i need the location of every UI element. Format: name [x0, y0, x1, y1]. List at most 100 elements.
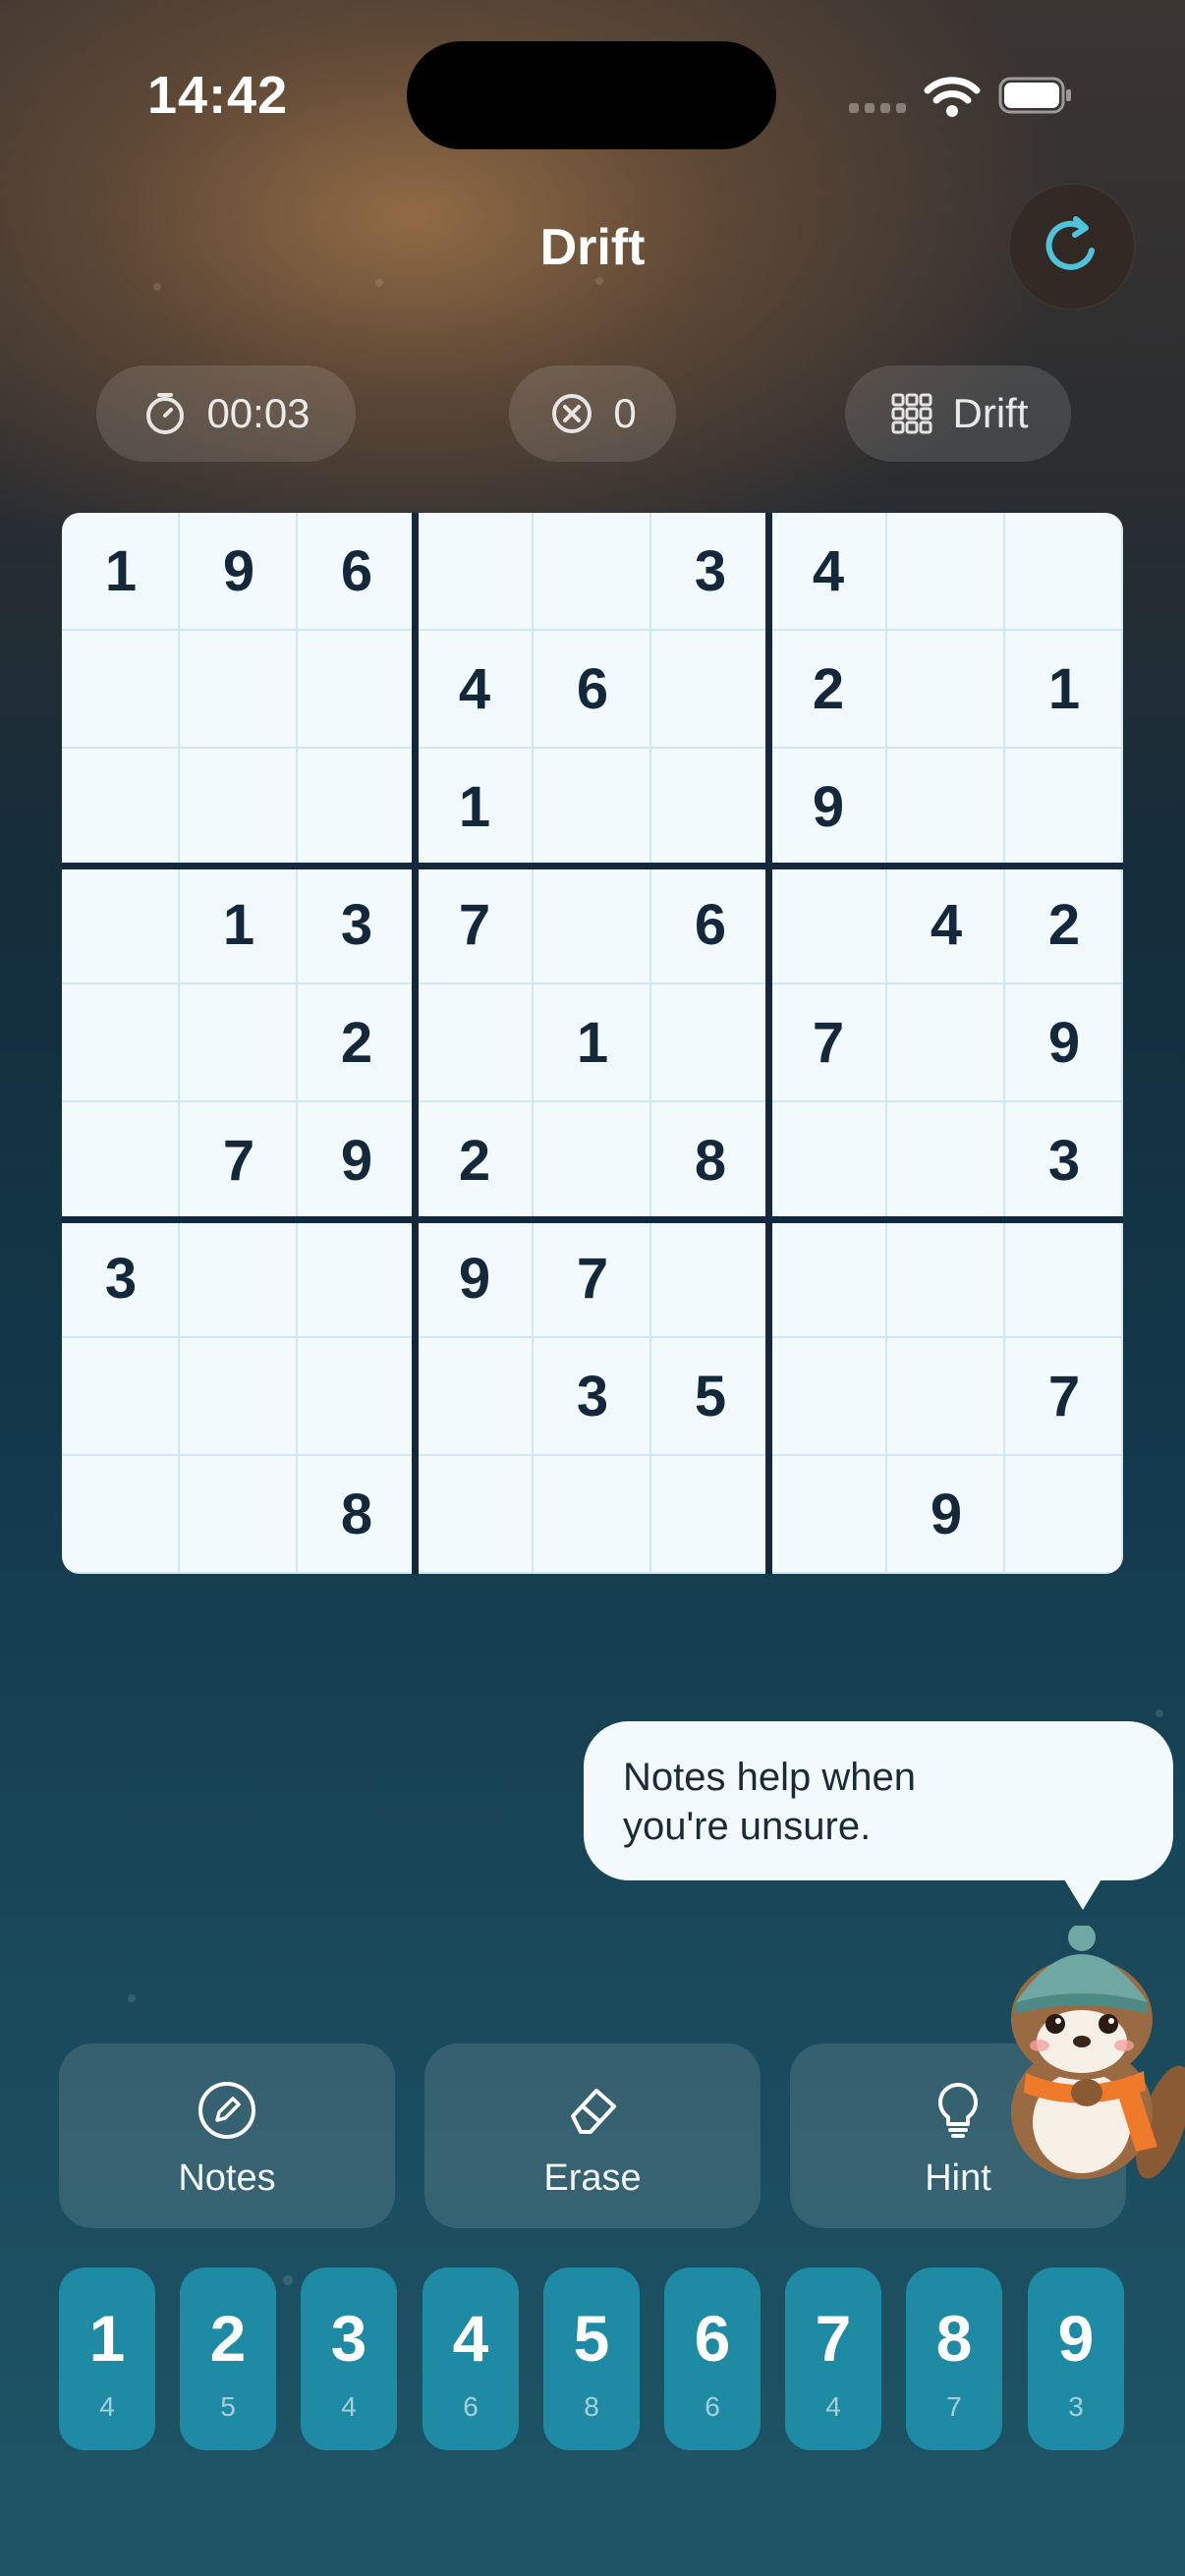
board-cell[interactable] [62, 1338, 180, 1456]
board-cell[interactable] [534, 1456, 651, 1574]
board-cell[interactable] [534, 513, 651, 631]
board-cell[interactable] [534, 1102, 651, 1220]
board-cell[interactable]: 9 [887, 1456, 1005, 1574]
numpad-key[interactable]: 46 [423, 2268, 519, 2450]
board-cell[interactable] [887, 984, 1005, 1102]
board-cell[interactable] [769, 1220, 887, 1338]
board-cell[interactable]: 7 [180, 1102, 298, 1220]
board-cell[interactable] [887, 1102, 1005, 1220]
board-cell[interactable]: 1 [62, 513, 180, 631]
board-cell[interactable] [416, 984, 534, 1102]
numpad-key[interactable]: 93 [1028, 2268, 1124, 2450]
board-cell[interactable] [180, 1338, 298, 1456]
board-cell[interactable]: 9 [1005, 984, 1123, 1102]
board-cell[interactable] [651, 631, 769, 749]
mode-label: Drift [952, 390, 1029, 436]
board-cell[interactable]: 4 [416, 631, 534, 749]
board-cell[interactable]: 1 [416, 749, 534, 867]
board-cell[interactable] [298, 1220, 416, 1338]
board-cell[interactable]: 8 [651, 1102, 769, 1220]
numpad-digit: 9 [1057, 2302, 1095, 2375]
refresh-button[interactable] [1008, 183, 1136, 310]
board-cell[interactable]: 7 [1005, 1338, 1123, 1456]
board-cell[interactable] [1005, 749, 1123, 867]
board-cell[interactable]: 8 [298, 1456, 416, 1574]
board-cell[interactable]: 4 [887, 867, 1005, 984]
numpad-key[interactable]: 58 [543, 2268, 640, 2450]
board-cell[interactable]: 1 [1005, 631, 1123, 749]
board-cell[interactable]: 1 [534, 984, 651, 1102]
board-cell[interactable] [651, 984, 769, 1102]
board-cell[interactable]: 2 [769, 631, 887, 749]
board-cell[interactable] [769, 1102, 887, 1220]
board-cell[interactable] [62, 631, 180, 749]
board-cell[interactable] [416, 1338, 534, 1456]
eraser-icon [571, 2089, 616, 2134]
board-cell[interactable] [298, 749, 416, 867]
board-cell[interactable] [1005, 513, 1123, 631]
board-cell[interactable] [534, 867, 651, 984]
board-cell[interactable] [298, 1338, 416, 1456]
board-cell[interactable] [887, 1220, 1005, 1338]
board-cell[interactable]: 3 [651, 513, 769, 631]
board-cell[interactable] [180, 631, 298, 749]
board-cell[interactable]: 3 [62, 1220, 180, 1338]
board-cell[interactable] [1005, 1220, 1123, 1338]
board-cell[interactable]: 9 [769, 749, 887, 867]
board-cell[interactable] [887, 1338, 1005, 1456]
board-cell[interactable]: 7 [534, 1220, 651, 1338]
board-cell[interactable]: 5 [651, 1338, 769, 1456]
board-cell[interactable]: 3 [1005, 1102, 1123, 1220]
board-cell[interactable] [651, 1220, 769, 1338]
board-cell[interactable] [534, 749, 651, 867]
board-cell[interactable]: 6 [651, 867, 769, 984]
numpad-key[interactable]: 87 [906, 2268, 1002, 2450]
board-cell[interactable]: 9 [416, 1220, 534, 1338]
board-cell[interactable] [416, 1456, 534, 1574]
board-cell[interactable] [416, 513, 534, 631]
cell-value: 9 [1047, 1011, 1081, 1075]
board-cell[interactable] [1005, 1456, 1123, 1574]
board-cell[interactable]: 2 [416, 1102, 534, 1220]
board-cell[interactable]: 3 [298, 867, 416, 984]
board-cell[interactable]: 4 [769, 513, 887, 631]
board-cell[interactable] [180, 749, 298, 867]
box-divider [765, 513, 772, 1574]
board-cell[interactable] [62, 1456, 180, 1574]
mode-button[interactable]: Drift [845, 365, 1071, 462]
cell-value: 1 [1047, 657, 1081, 721]
numpad-key[interactable]: 14 [59, 2268, 155, 2450]
board-cell[interactable]: 6 [534, 631, 651, 749]
board-cell[interactable]: 3 [534, 1338, 651, 1456]
board-cell[interactable] [180, 984, 298, 1102]
board-cell[interactable] [769, 867, 887, 984]
numpad-key[interactable]: 66 [664, 2268, 761, 2450]
board-cell[interactable] [62, 984, 180, 1102]
board-cell[interactable] [887, 749, 1005, 867]
board-cell[interactable]: 2 [298, 984, 416, 1102]
numpad-key[interactable]: 74 [785, 2268, 881, 2450]
board-cell[interactable] [651, 749, 769, 867]
board-cell[interactable]: 2 [1005, 867, 1123, 984]
board-cell[interactable] [62, 1102, 180, 1220]
numpad-key[interactable]: 25 [180, 2268, 276, 2450]
board-cell[interactable]: 9 [180, 513, 298, 631]
board-cell[interactable]: 6 [298, 513, 416, 631]
board-cell[interactable] [651, 1456, 769, 1574]
board-cell[interactable] [887, 631, 1005, 749]
board-cell[interactable] [298, 631, 416, 749]
board-cell[interactable] [62, 749, 180, 867]
board-cell[interactable]: 1 [180, 867, 298, 984]
numpad-key[interactable]: 34 [301, 2268, 397, 2450]
erase-button[interactable]: Erase [424, 2044, 761, 2228]
board-cell[interactable]: 7 [769, 984, 887, 1102]
board-cell[interactable] [62, 867, 180, 984]
board-cell[interactable]: 9 [298, 1102, 416, 1220]
notes-button[interactable]: Notes [59, 2044, 395, 2228]
board-cell[interactable]: 7 [416, 867, 534, 984]
board-cell[interactable] [769, 1456, 887, 1574]
board-cell[interactable] [180, 1220, 298, 1338]
board-cell[interactable] [180, 1456, 298, 1574]
board-cell[interactable] [769, 1338, 887, 1456]
board-cell[interactable] [887, 513, 1005, 631]
